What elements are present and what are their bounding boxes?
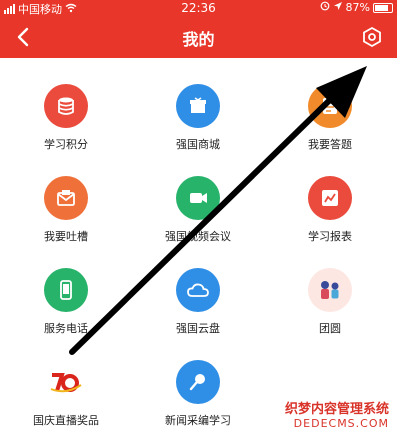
grid-item-video-meeting[interactable]: 强国视频会议 [132,150,264,243]
grid-item-news-study[interactable]: 新闻采编学习 [132,334,264,427]
grid-item-label: 新闻采编学习 [165,414,231,427]
alarm-icon [320,1,330,14]
nav-header: 我的 [0,16,397,58]
watermark: 织梦内容管理系统 DEDECMS.COM [285,398,389,430]
grid-item-reunion[interactable]: 团圆 [264,242,396,335]
gift-icon [176,84,220,128]
battery-icon [373,2,393,13]
database-icon [44,84,88,128]
grid-item-study-report[interactable]: 学习报表 [264,150,396,243]
watermark-line1: 织梦内容管理系统 [284,402,389,417]
cloud-icon [176,268,220,312]
video-camera-icon [176,176,220,220]
national-day-70-icon [44,360,88,404]
mailbox-icon [44,176,88,220]
grid-item-national-day-prize[interactable]: 国庆直播奖品 [0,334,132,427]
status-right: 87% [320,1,393,14]
family-icon [308,268,352,312]
chart-icon [308,176,352,220]
grid-item-mall[interactable]: 强国商城 [132,58,264,151]
battery-percent: 87% [345,1,370,14]
feature-grid: 学习积分 强国商城 我要答题 我要吐槽 强国视频会议 学习报表 服务电话 强国云… [0,58,397,432]
quiz-icon [308,84,352,128]
watermark-line2: DEDECMS.COM [293,417,389,430]
grid-item-feedback[interactable]: 我要吐槽 [0,150,132,243]
status-bar: 中国移动 22:36 87% [0,0,397,16]
grid-item-cloud-disk[interactable]: 强国云盘 [132,242,264,335]
grid-item-label: 团圆 [319,322,341,335]
location-icon [333,1,343,14]
grid-item-label: 国庆直播奖品 [33,414,99,427]
phone-icon [44,268,88,312]
page-title: 我的 [182,30,215,49]
settings-icon[interactable] [361,26,383,48]
grid-item-service-phone[interactable]: 服务电话 [0,242,132,335]
microphone-icon [176,360,220,404]
grid-item-quiz[interactable]: 我要答题 [264,58,396,151]
grid-item-study-points[interactable]: 学习积分 [0,58,132,151]
